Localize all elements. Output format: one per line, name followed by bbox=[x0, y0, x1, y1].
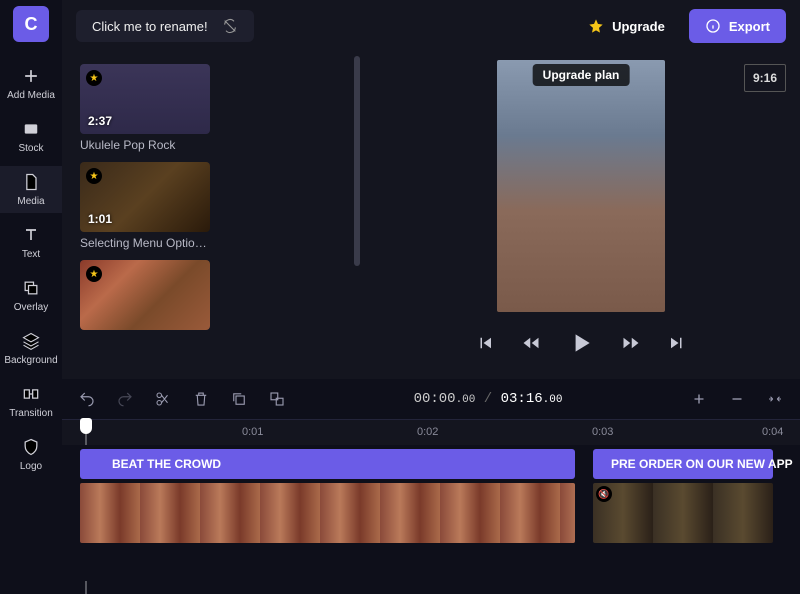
sidebar-item-transition[interactable]: Transition bbox=[0, 378, 62, 425]
playback-controls bbox=[476, 330, 686, 359]
timeline-ruler[interactable]: 0:01 0:02 0:03 0:04 bbox=[62, 419, 800, 445]
text-clip[interactable]: BEAT THE CROWD bbox=[80, 449, 575, 479]
upgrade-plan-chip[interactable]: Upgrade plan bbox=[533, 64, 630, 86]
rewind-icon[interactable] bbox=[522, 334, 540, 355]
text-clip[interactable]: PRE ORDER ON OUR NEW APP bbox=[593, 449, 773, 479]
copy-icon[interactable] bbox=[230, 390, 248, 408]
overlay-icon bbox=[21, 278, 41, 298]
preview-area: 9:16 Upgrade plan bbox=[362, 52, 800, 379]
sidebar: C Add Media Stock Media Text Overlay Bac… bbox=[0, 0, 62, 581]
layers-icon bbox=[21, 331, 41, 351]
info-icon bbox=[705, 18, 721, 34]
aspect-ratio-chip[interactable]: 9:16 bbox=[744, 64, 786, 92]
timeline-tracks: BEAT THE CROWD PRE ORDER ON OUR NEW APP … bbox=[62, 445, 800, 581]
file-icon bbox=[21, 172, 41, 192]
play-icon[interactable] bbox=[568, 330, 594, 359]
timecode: 00:00.00 / 03:16.00 bbox=[414, 391, 563, 407]
project-title[interactable]: Click me to rename! bbox=[76, 10, 254, 42]
duplicate-icon[interactable] bbox=[268, 390, 286, 408]
export-button[interactable]: Export bbox=[689, 9, 786, 43]
skip-end-icon[interactable] bbox=[668, 334, 686, 355]
star-icon bbox=[588, 18, 604, 34]
sidebar-item-text[interactable]: Text bbox=[0, 219, 62, 266]
sidebar-item-overlay[interactable]: Overlay bbox=[0, 272, 62, 319]
video-clip[interactable]: 🔇 bbox=[593, 483, 773, 543]
sidebar-item-background[interactable]: Background bbox=[0, 325, 62, 372]
sync-off-icon bbox=[222, 18, 238, 34]
sidebar-item-stock[interactable]: Stock bbox=[0, 113, 62, 160]
media-panel: ★ 2:37 Ukulele Pop Rock ★ 1:01 Selecting… bbox=[62, 52, 362, 379]
split-icon[interactable] bbox=[154, 390, 172, 408]
star-icon: ★ bbox=[86, 266, 102, 282]
topbar: Click me to rename! Upgrade Export bbox=[62, 0, 800, 52]
media-item[interactable]: ★ 2:37 Ukulele Pop Rock bbox=[80, 64, 362, 152]
skip-start-icon[interactable] bbox=[476, 334, 494, 355]
trash-icon[interactable] bbox=[192, 390, 210, 408]
zoom-fit-icon[interactable] bbox=[766, 390, 784, 408]
video-clip[interactable] bbox=[80, 483, 575, 543]
star-icon: ★ bbox=[86, 168, 102, 184]
preview-canvas[interactable]: Upgrade plan bbox=[497, 60, 665, 312]
playhead[interactable] bbox=[80, 418, 92, 434]
text-icon bbox=[21, 225, 41, 245]
media-item[interactable]: ★ 1:01 Selecting Menu Options ... bbox=[80, 162, 362, 250]
undo-icon[interactable] bbox=[78, 390, 96, 408]
sidebar-item-logo[interactable]: Logo bbox=[0, 431, 62, 478]
transition-icon bbox=[21, 384, 41, 404]
text-icon bbox=[90, 457, 104, 471]
forward-icon[interactable] bbox=[622, 334, 640, 355]
zoom-in-icon[interactable] bbox=[690, 390, 708, 408]
zoom-out-icon[interactable] bbox=[728, 390, 746, 408]
scrollbar-thumb[interactable] bbox=[354, 56, 360, 266]
upgrade-button[interactable]: Upgrade bbox=[574, 9, 679, 43]
redo-icon[interactable] bbox=[116, 390, 134, 408]
shield-icon bbox=[21, 437, 41, 457]
plus-icon bbox=[21, 66, 41, 86]
mute-icon: 🔇 bbox=[596, 486, 612, 502]
stock-icon bbox=[21, 119, 41, 139]
logo: C bbox=[13, 6, 49, 42]
sidebar-item-media[interactable]: Media bbox=[0, 166, 62, 213]
media-item[interactable]: ★ bbox=[80, 260, 362, 330]
sidebar-item-add-media[interactable]: Add Media bbox=[0, 60, 62, 107]
timeline-toolbar: 00:00.00 / 03:16.00 bbox=[62, 379, 800, 419]
star-icon: ★ bbox=[86, 70, 102, 86]
